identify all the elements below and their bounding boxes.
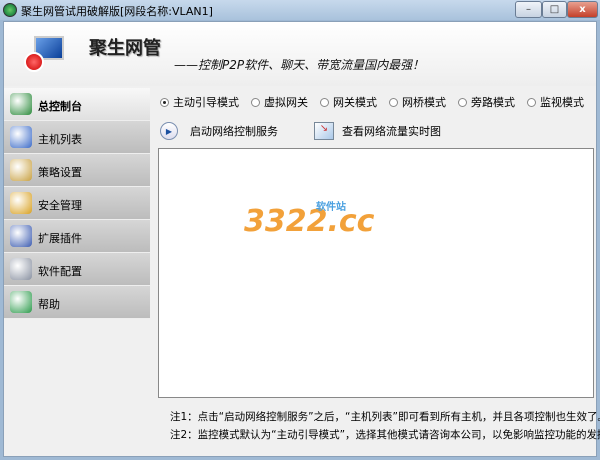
mode-label: 虚拟网关	[264, 96, 308, 109]
view-traffic-label: 查看网络流量实时图	[342, 125, 441, 138]
sidebar-item-label: 帮助	[38, 298, 60, 311]
note-1: 注1：点击“启动网络控制服务”之后，“主机列表”即可看到所有主机，并且各项控制也…	[170, 411, 600, 423]
traffic-chart-icon: ↘	[314, 122, 334, 140]
mode-radio-0[interactable]: 主动引导模式	[160, 94, 239, 110]
main-content: 主动引导模式 虚拟网关 网关模式 网桥模式 旁路模式 监视模式 ▶ 启动网络控制服务 ↘ …	[154, 88, 600, 456]
app-icon	[3, 3, 17, 17]
minimize-button[interactable]: –	[515, 1, 542, 18]
start-service-button[interactable]: ▶ 启动网络控制服务	[160, 122, 278, 140]
sidebar-item-label: 主机列表	[38, 133, 82, 146]
sidebar-item-label: 策略设置	[38, 166, 82, 179]
lock-icon	[10, 192, 32, 214]
radio-icon[interactable]	[251, 97, 260, 107]
radio-icon[interactable]	[389, 97, 398, 107]
start-service-label: 启动网络控制服务	[190, 125, 278, 138]
policy-tools-icon	[10, 159, 32, 181]
slogan: ——控制P2P软件、聊天、带宽流量国内最强！	[174, 58, 425, 72]
sidebar-item-5[interactable]: 软件配置	[4, 253, 150, 286]
sidebar-item-label: 软件配置	[38, 265, 82, 278]
radio-icon[interactable]	[527, 97, 536, 107]
close-button[interactable]: x	[567, 1, 598, 18]
mode-label: 监视模式	[540, 96, 584, 109]
brand-title: 聚生网管	[89, 38, 161, 59]
sidebar-item-1[interactable]: 主机列表	[4, 121, 150, 154]
watermark: 3322.cc 软件站	[244, 202, 375, 239]
mode-radio-3[interactable]: 网桥模式	[389, 94, 446, 110]
sidebar-item-4[interactable]: 扩展插件	[4, 220, 150, 253]
mode-label: 旁路模式	[471, 96, 515, 109]
mode-selector: 主动引导模式 虚拟网关 网关模式 网桥模式 旁路模式 监视模式	[160, 94, 596, 110]
sidebar-item-label: 总控制台	[38, 100, 82, 113]
mode-radio-1[interactable]: 虚拟网关	[251, 94, 308, 110]
sidebar: 总控制台主机列表策略设置安全管理扩展插件软件配置帮助	[4, 88, 150, 319]
sidebar-item-label: 安全管理	[38, 199, 82, 212]
radio-icon[interactable]	[320, 97, 329, 107]
header-banner: 聚生网管 ——控制P2P软件、聊天、带宽流量国内最强！	[4, 22, 596, 86]
mode-label: 网桥模式	[402, 96, 446, 109]
config-tools-icon	[10, 258, 32, 280]
plugin-icon	[10, 225, 32, 247]
radio-icon[interactable]	[458, 97, 467, 107]
mode-radio-2[interactable]: 网关模式	[320, 94, 377, 110]
sidebar-item-0[interactable]: 总控制台	[4, 88, 150, 121]
play-icon: ▶	[160, 122, 178, 140]
host-star-icon	[10, 126, 32, 148]
mode-radio-4[interactable]: 旁路模式	[458, 94, 515, 110]
mode-label: 网关模式	[333, 96, 377, 109]
mode-label: 主动引导模式	[173, 96, 239, 109]
sidebar-item-3[interactable]: 安全管理	[4, 187, 150, 220]
radio-icon[interactable]	[160, 97, 169, 107]
note-2: 注2：监控模式默认为“主动引导模式”，选择其他模式请咨询本公司，以免影响监控功能…	[170, 429, 600, 441]
notes: 注1：点击“启动网络控制服务”之后，“主机列表”即可看到所有主机，并且各项控制也…	[170, 408, 600, 444]
globe-icon	[10, 93, 32, 115]
help-icon	[10, 291, 32, 313]
mode-radio-5[interactable]: 监视模式	[527, 94, 584, 110]
window-title: 聚生网管试用破解版[网段名称:VLAN1]	[21, 5, 213, 18]
sidebar-item-2[interactable]: 策略设置	[4, 154, 150, 187]
log-panel: 3322.cc 软件站	[158, 148, 594, 398]
maximize-button[interactable]: □	[542, 1, 567, 18]
sidebar-item-6[interactable]: 帮助	[4, 286, 150, 319]
logo-monitor-icon	[24, 32, 64, 76]
title-bar: 聚生网管试用破解版[网段名称:VLAN1] – □ x	[0, 0, 600, 20]
sidebar-item-label: 扩展插件	[38, 232, 82, 245]
main-window: 聚生网管 ——控制P2P软件、聊天、带宽流量国内最强！ 总控制台主机列表策略设置…	[3, 21, 600, 457]
view-traffic-button[interactable]: ↘ 查看网络流量实时图	[314, 122, 441, 140]
